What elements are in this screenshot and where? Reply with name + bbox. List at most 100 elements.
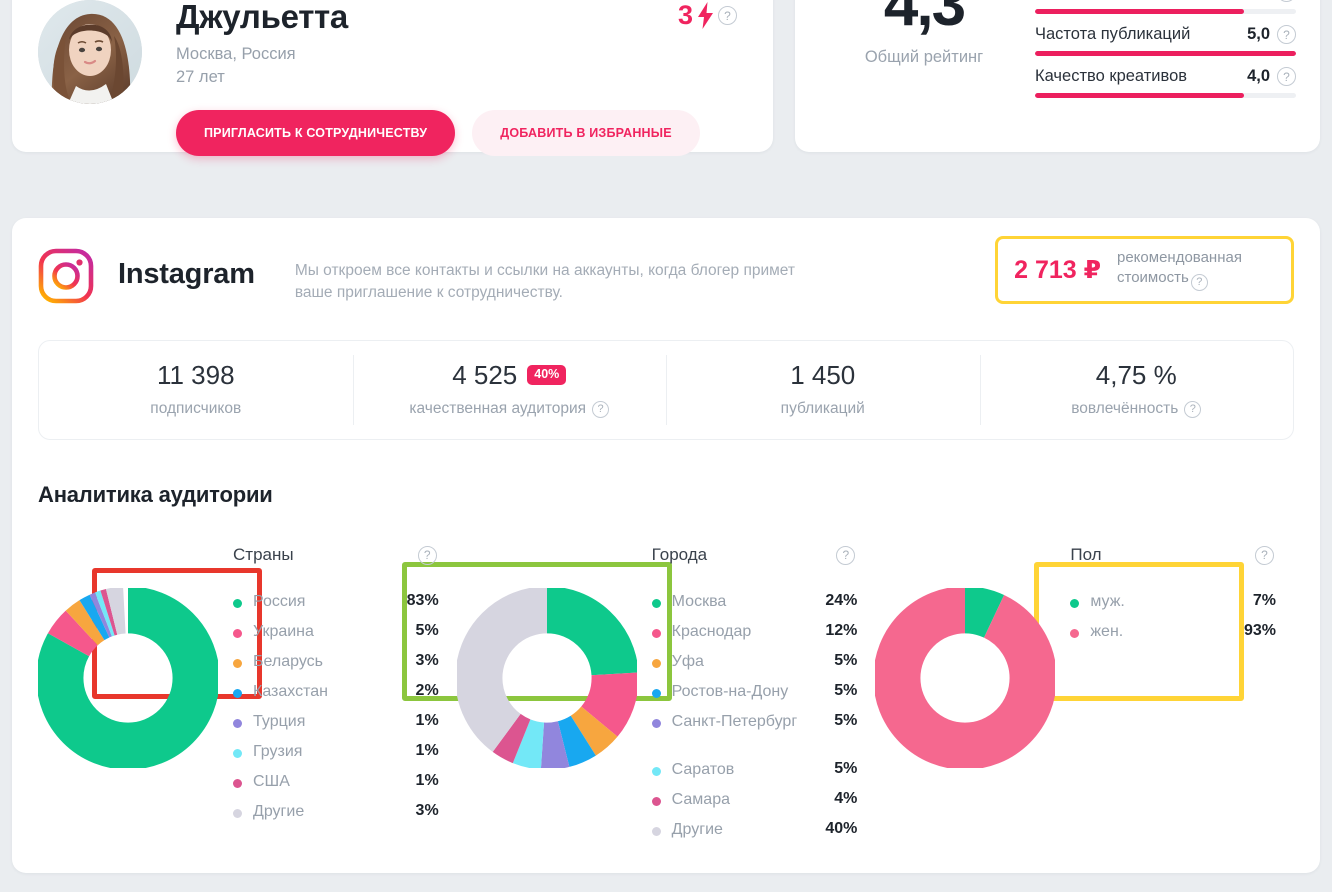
list-item: жен. 93% <box>1070 622 1276 652</box>
invite-button[interactable]: ПРИГЛАСИТЬ К СОТРУДНИЧЕСТВУ <box>176 109 456 156</box>
list-item: муж. 7% <box>1070 592 1276 622</box>
legend-list: Россия 83% Украина 5% Беларусь 3% Казахстан… <box>233 592 439 832</box>
stat-value: 4,75 % <box>1095 360 1177 390</box>
help-icon[interactable]: ? <box>1277 67 1296 86</box>
chart-countries: Страны ? Россия 83% Украина 5% Беларусь 3% … <box>38 540 457 850</box>
legend-list: Москва 24% Краснодар 12% Уфа 5% Ростов-на-Д… <box>651 592 858 850</box>
legend-dot <box>233 689 242 698</box>
list-item: Украина 5% <box>233 622 439 652</box>
list-item: Саратов 5% <box>651 760 858 790</box>
legend-value: 24% <box>825 592 858 609</box>
help-icon[interactable]: ? <box>1184 400 1202 418</box>
analytics-title: Аналитика аудитории <box>38 482 273 507</box>
stat-engagement: 4,75 % вовлечённость ? <box>979 341 1294 439</box>
help-icon[interactable]: ? <box>592 400 610 418</box>
rating-metric-row: Вовлечённость 4,0 ? <box>1035 0 1296 14</box>
legend-dot <box>651 827 661 836</box>
help-icon[interactable]: ? <box>1277 25 1296 44</box>
recommended-price-box: 2 713 ₽ рекомендованная стоимость? <box>995 236 1294 305</box>
donut-chart-countries <box>38 588 218 768</box>
help-icon[interactable]: ? <box>836 545 856 565</box>
legend-value: 5% <box>834 652 858 669</box>
legend-value: 5% <box>834 712 858 729</box>
recommended-price-value: 2 713 ₽ <box>1014 255 1101 284</box>
legend-label: Казахстан <box>253 683 328 700</box>
rating-metric-row: Качество креативов 4,0 ? <box>1035 56 1296 98</box>
rating-metric-label: Качество креативов <box>1035 67 1188 85</box>
audience-charts: Страны ? Россия 83% Украина 5% Беларусь 3% … <box>38 540 1294 850</box>
legend-value: 93% <box>1243 622 1277 639</box>
legend-label: Россия <box>253 593 306 610</box>
list-item: Россия 83% <box>233 592 439 622</box>
list-item: Казахстан 2% <box>233 682 439 712</box>
list-item: Краснодар 12% <box>651 622 858 652</box>
avatar <box>38 0 142 152</box>
stat-caption-text: подписчиков <box>150 400 242 417</box>
legend-value: 3% <box>415 652 439 669</box>
legend-value: 1% <box>415 742 439 759</box>
profile-age: 27 лет <box>176 68 225 87</box>
legend-label: Краснодар <box>671 623 752 640</box>
overall-rating-value: 4,3 <box>883 0 966 39</box>
legend-dot <box>233 809 242 818</box>
legend-dot <box>233 629 242 638</box>
avatar-photo <box>38 0 142 104</box>
donut-chart-gender <box>875 588 1056 768</box>
instagram-icon <box>38 248 94 304</box>
legend-value: 1% <box>415 772 439 789</box>
help-icon[interactable]: ? <box>1255 545 1275 565</box>
donut-chart-cities <box>456 588 637 768</box>
legend-title: Пол <box>1070 545 1102 564</box>
legend-label: муж. <box>1090 593 1125 610</box>
instagram-header: Instagram Мы откроем все контакты и ссыл… <box>38 236 1294 305</box>
donut-gender <box>875 540 1060 850</box>
legend-dot <box>651 629 661 638</box>
help-icon[interactable]: ? <box>718 6 737 25</box>
list-item: Уфа 5% <box>651 652 858 682</box>
legend-dot <box>651 767 661 776</box>
add-favorite-button[interactable]: ДОБАВИТЬ В ИЗБРАННЫЕ <box>472 109 700 156</box>
instagram-note: Мы откроем все контакты и ссылки на акка… <box>294 262 796 301</box>
list-item: Турция 1% <box>233 712 439 742</box>
legend-label: жен. <box>1090 623 1124 640</box>
legend-dot <box>1070 629 1080 638</box>
legend-label: Самара <box>671 791 730 808</box>
legend-dot <box>651 689 661 698</box>
legend-value: 5% <box>834 760 858 777</box>
lightning-badge[interactable]: 3 ? <box>678 2 737 29</box>
legend-label: Грузия <box>253 743 303 760</box>
list-item: Беларусь 3% <box>233 652 439 682</box>
stat-value: 11 398 <box>156 360 235 390</box>
lightning-count: 3 <box>677 0 693 30</box>
stat-value: 1 450 <box>790 360 856 390</box>
help-icon[interactable]: ? <box>1277 0 1296 2</box>
legend-value: 12% <box>825 622 858 639</box>
chart-gender: Пол ? муж. 7% жен. 93% <box>875 540 1294 850</box>
stat-caption-text: качественная аудитория <box>409 400 587 417</box>
legend-dot <box>233 659 242 668</box>
stat-caption-text: вовлечённость <box>1071 400 1179 417</box>
legend-title: Города <box>651 545 708 564</box>
lightning-icon <box>698 2 713 29</box>
recommended-price-caption-text: рекомендованная стоимость <box>1117 249 1242 287</box>
stat-quality-audience: 4 525 40% качественная аудитория ? <box>352 341 667 439</box>
legend-countries: Страны ? Россия 83% Украина 5% Беларусь 3% … <box>223 540 457 850</box>
legend-dot <box>233 749 242 758</box>
chart-cities: Города ? Москва 24% Краснодар 12% Уфа 5% Ро… <box>456 540 876 850</box>
legend-label: Москва <box>671 593 727 610</box>
stat-posts: 1 450 публикаций <box>666 341 980 439</box>
legend-label: Беларусь <box>253 653 323 670</box>
legend-dot <box>651 797 661 806</box>
rating-metric-label: Вовлечённость <box>1035 0 1151 2</box>
list-item: Другие 40% <box>651 820 857 850</box>
legend-dot <box>233 779 242 788</box>
stat-badge: 40% <box>527 365 567 385</box>
legend-label: Другие <box>671 821 723 838</box>
legend-value: 1% <box>415 712 439 729</box>
list-item: Другие 3% <box>233 802 439 832</box>
help-icon[interactable]: ? <box>1190 274 1208 292</box>
legend-dot <box>233 719 242 728</box>
legend-dot <box>651 599 661 608</box>
help-icon[interactable]: ? <box>417 545 437 565</box>
page-title: Джульетта <box>176 0 348 35</box>
